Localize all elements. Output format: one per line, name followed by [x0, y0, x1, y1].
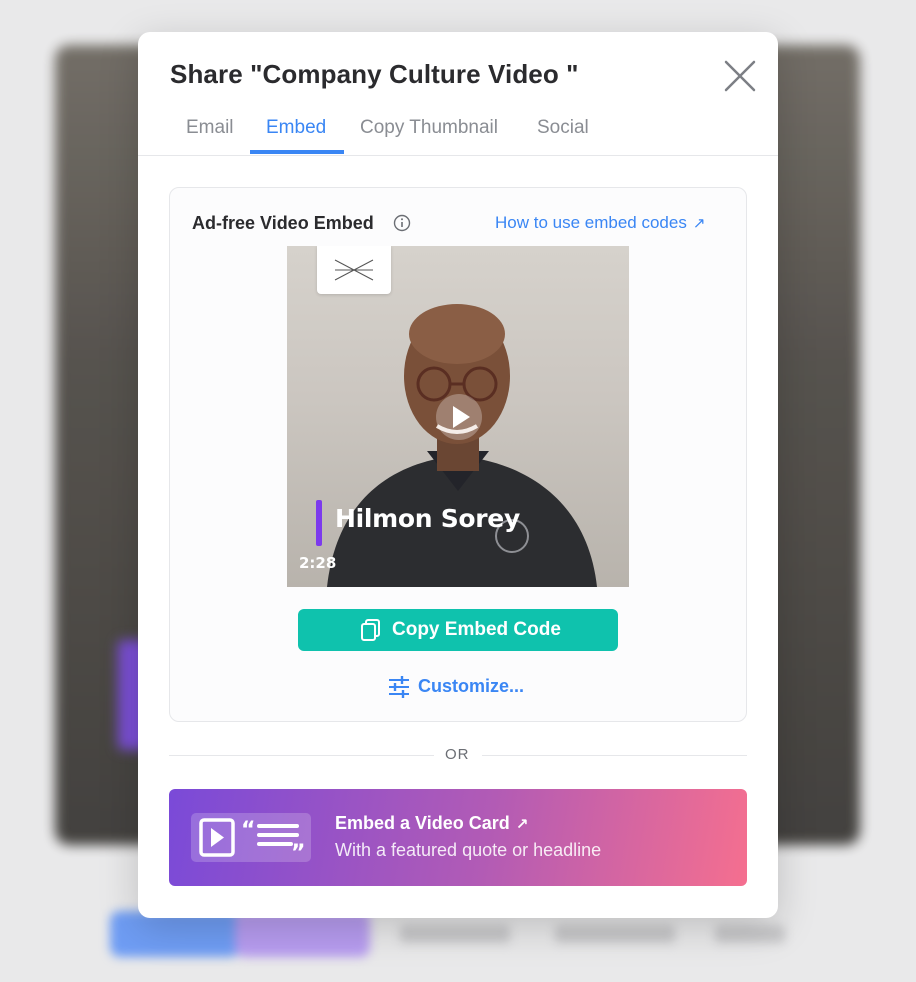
logo-mark — [334, 259, 374, 281]
video-card-title-row: Embed a Video Card ↗ — [335, 813, 528, 834]
svg-text:”: ” — [291, 841, 305, 862]
embed-video-card-button[interactable]: “ ” Embed a Video Card ↗ With a featured … — [169, 789, 747, 886]
divider-line — [482, 755, 747, 756]
embed-label: Ad-free Video Embed — [192, 213, 374, 233]
or-divider: OR — [169, 744, 747, 766]
video-card-subtitle: With a featured quote or headline — [335, 840, 602, 860]
play-icon — [453, 406, 470, 428]
tabs-divider — [138, 155, 778, 156]
tab-email[interactable]: Email — [186, 116, 234, 156]
embed-panel: Ad-free Video Embed How to use embed cod… — [169, 187, 747, 722]
or-text: OR — [445, 746, 470, 763]
external-arrow-icon: ↗ — [692, 215, 706, 232]
sliders-icon — [389, 676, 409, 698]
speaker-name: Hilmon Sorey — [335, 504, 520, 533]
info-icon[interactable] — [393, 214, 411, 232]
copy-embed-code-button[interactable]: Copy Embed Code — [298, 609, 618, 651]
video-card-title: Embed a Video Card — [335, 813, 510, 833]
video-card-graphic: “ ” — [199, 818, 305, 866]
play-button[interactable] — [436, 394, 482, 440]
name-accent-bar — [316, 500, 322, 546]
background-label — [555, 925, 675, 943]
modal-title: Share "Company Culture Video " — [170, 59, 579, 89]
background-label — [715, 925, 785, 943]
divider-line — [169, 755, 434, 756]
video-duration: 2:28 — [299, 554, 337, 572]
background-label — [400, 925, 510, 943]
svg-text:“: “ — [241, 818, 255, 843]
video-card-icon: “ ” — [191, 813, 311, 866]
video-preview[interactable]: Hilmon Sorey 2:28 — [287, 246, 629, 587]
share-modal: Share "Company Culture Video " Email Emb… — [138, 32, 778, 918]
customize-label: Customize... — [418, 676, 525, 696]
tab-copy-thumbnail[interactable]: Copy Thumbnail — [360, 116, 498, 156]
copy-embed-code-label: Copy Embed Code — [392, 619, 561, 640]
embed-help-link-label: How to use embed codes — [495, 213, 687, 232]
embed-help-link[interactable]: How to use embed codes ↗ — [495, 213, 705, 233]
active-tab-indicator — [250, 150, 344, 154]
tab-social[interactable]: Social — [537, 116, 589, 156]
brand-logo — [317, 246, 391, 294]
copy-icon — [361, 619, 380, 641]
external-arrow-icon: ↗ — [515, 816, 529, 833]
close-button[interactable] — [723, 59, 757, 93]
close-icon — [724, 60, 756, 92]
